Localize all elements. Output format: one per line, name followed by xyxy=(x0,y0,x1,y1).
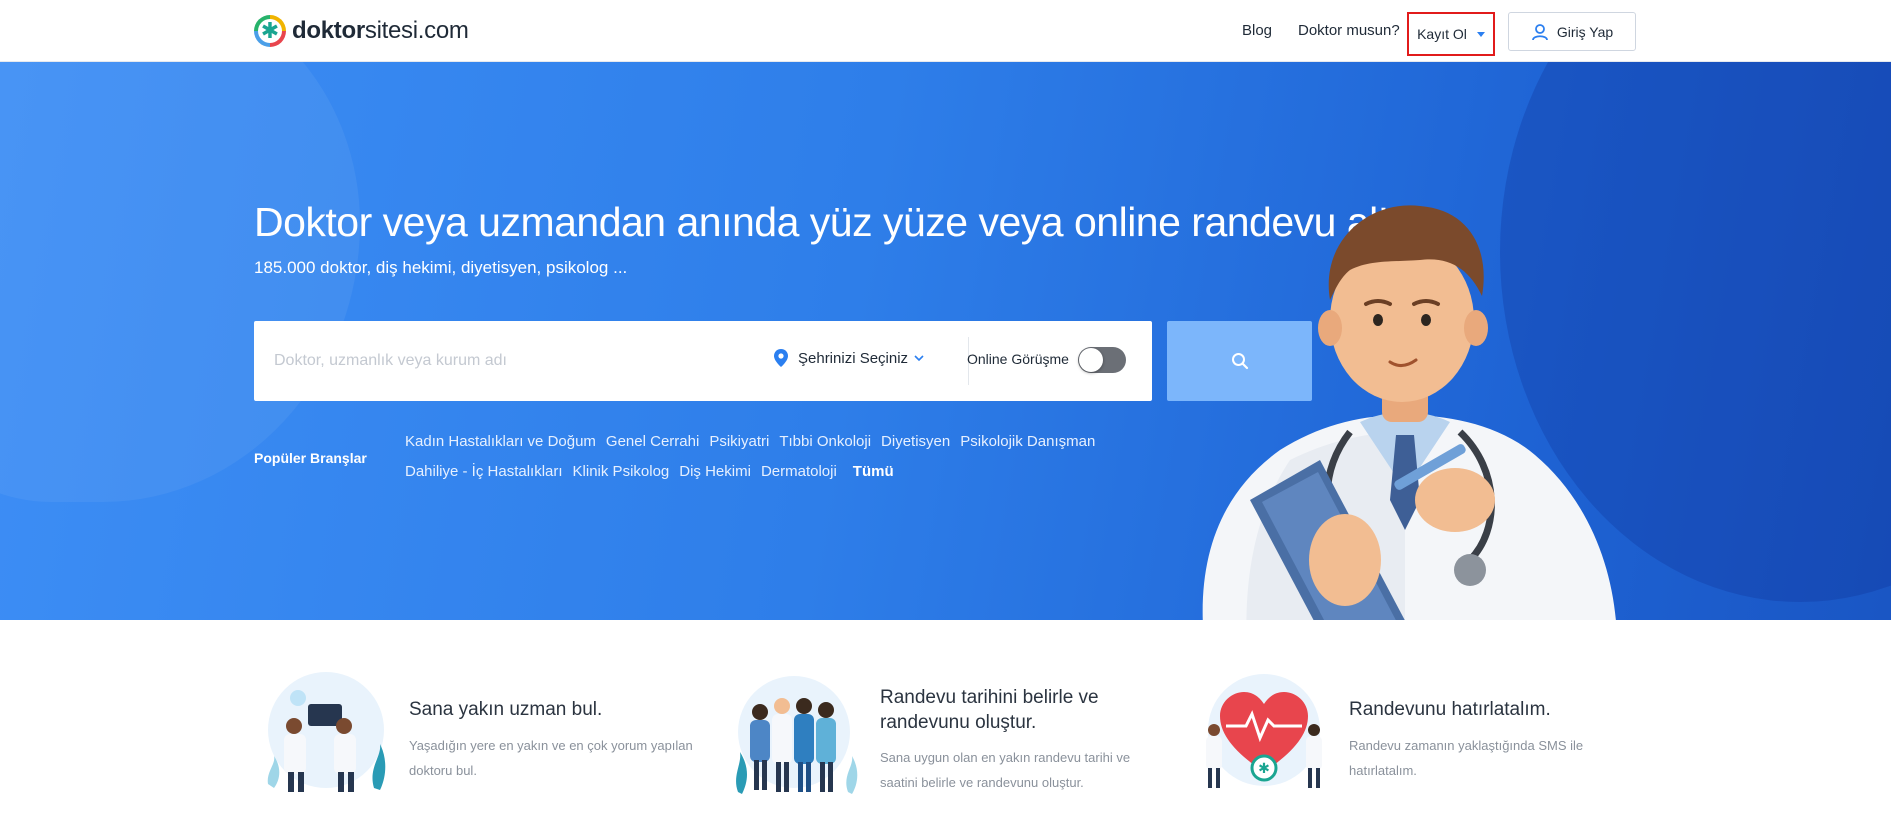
popular-branches-row: Kadın Hastalıkları ve Doğum Genel Cerrah… xyxy=(405,433,1095,450)
caret-down-icon xyxy=(1476,31,1485,37)
branch-link[interactable]: Diyetisyen xyxy=(881,433,950,450)
find-specialist-illustration xyxy=(267,672,386,792)
toggle-knob xyxy=(1079,348,1103,372)
search-box: Şehrinizi Seçiniz Online Görüşme xyxy=(254,321,1152,401)
branch-link[interactable]: Dermatoloji xyxy=(761,463,837,480)
register-dropdown-button[interactable]: Kayıt Ol xyxy=(1407,12,1495,56)
feature-title: Randevu tarihini belirle ve randevunu ol… xyxy=(880,687,1099,733)
branch-link[interactable]: Klinik Psikolog xyxy=(573,463,670,480)
popular-branches-row: Dahiliye - İç Hastalıkları Klinik Psikol… xyxy=(405,463,894,480)
feature-description: Yaşadığın yere en yakın ve en çok yorum … xyxy=(409,738,693,778)
logo-mark-icon: ✱ xyxy=(254,15,286,47)
svg-text:✱: ✱ xyxy=(1258,761,1270,777)
hero-decor-blob xyxy=(0,62,360,502)
register-label: Kayıt Ol xyxy=(1417,26,1467,42)
user-icon xyxy=(1531,23,1548,40)
city-select-label: Şehrinizi Seçiniz xyxy=(798,349,909,367)
popular-branches-label: Popüler Branşlar xyxy=(254,450,367,466)
online-consultation-toggle[interactable] xyxy=(1078,347,1126,373)
appointment-illustration xyxy=(736,676,858,794)
site-header: ✱ doktorsitesi.com Blog Doktor musun? Ka… xyxy=(0,0,1891,62)
branch-link[interactable]: Dahiliye - İç Hastalıkları xyxy=(405,463,563,480)
reminder-illustration: ✱ xyxy=(1206,674,1322,788)
feature-description: Sana uygun olan en yakın randevu tarihi … xyxy=(880,750,1131,790)
branch-link[interactable]: Psikiyatri xyxy=(709,433,769,450)
feature-title: Randevunu hatırlatalım. xyxy=(1349,699,1551,720)
site-logo[interactable]: ✱ doktorsitesi.com xyxy=(254,15,469,47)
branch-link[interactable]: Kadın Hastalıkları ve Doğum xyxy=(405,433,596,450)
chevron-down-icon xyxy=(914,355,924,362)
online-consultation-label: Online Görüşme xyxy=(967,351,1069,367)
city-select[interactable]: Şehrinizi Seçiniz xyxy=(774,349,924,367)
branch-link[interactable]: Diş Hekimi xyxy=(679,463,751,480)
login-button[interactable]: Giriş Yap xyxy=(1508,12,1636,51)
doctor-illustration xyxy=(1202,205,1616,620)
login-label: Giriş Yap xyxy=(1556,23,1614,40)
nav-blog-link[interactable]: Blog xyxy=(1242,22,1272,39)
feature-description: Randevu zamanın yaklaştığında SMS ile ha… xyxy=(1349,738,1584,778)
nav-doctor-link[interactable]: Doktor musun? xyxy=(1298,22,1400,39)
hero-subtitle: 185.000 doktor, diş hekimi, diyetisyen, … xyxy=(254,258,628,277)
hero-section: Doktor veya uzmandan anında yüz yüze vey… xyxy=(0,62,1891,620)
branch-link[interactable]: Tıbbi Onkoloji xyxy=(779,433,871,450)
location-pin-icon xyxy=(774,349,788,367)
all-branches-link[interactable]: Tümü xyxy=(853,463,894,480)
search-input[interactable] xyxy=(274,343,734,379)
branch-link[interactable]: Psikolojik Danışman xyxy=(960,433,1095,450)
branch-link[interactable]: Genel Cerrahi xyxy=(606,433,699,450)
logo-text: doktorsitesi.com xyxy=(292,17,469,44)
feature-title: Sana yakın uzman bul. xyxy=(409,699,603,720)
